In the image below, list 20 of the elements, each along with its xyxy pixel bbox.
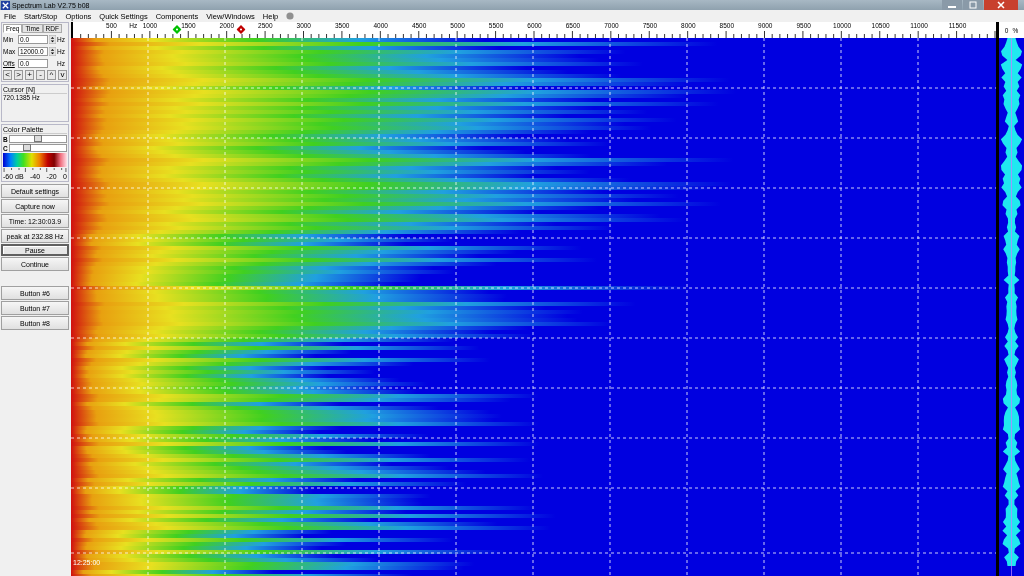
nav-button[interactable]: + (25, 70, 34, 80)
spin-icon[interactable] (49, 34, 56, 44)
nav-button[interactable]: ^ (47, 70, 56, 80)
minimize-icon[interactable] (942, 0, 962, 10)
slider-thumb[interactable] (34, 135, 42, 142)
frequency-marker-icon[interactable] (172, 25, 182, 34)
slider-thumb[interactable] (23, 144, 32, 151)
frequency-marker-icon[interactable] (236, 25, 246, 34)
spin-icon[interactable] (49, 46, 56, 56)
nav-button[interactable]: v (58, 70, 67, 80)
status-dot-icon (286, 12, 295, 20)
nav-button[interactable]: < (3, 70, 12, 80)
nav-button[interactable]: - (36, 70, 45, 80)
slider-track[interactable] (9, 144, 67, 152)
close-icon[interactable] (984, 0, 1018, 10)
slider-track[interactable] (9, 135, 67, 143)
nav-button[interactable]: > (14, 70, 23, 80)
app-icon (1, 0, 10, 10)
scale-ticks-drawing (3, 168, 67, 172)
color-scale-bar (3, 153, 67, 167)
